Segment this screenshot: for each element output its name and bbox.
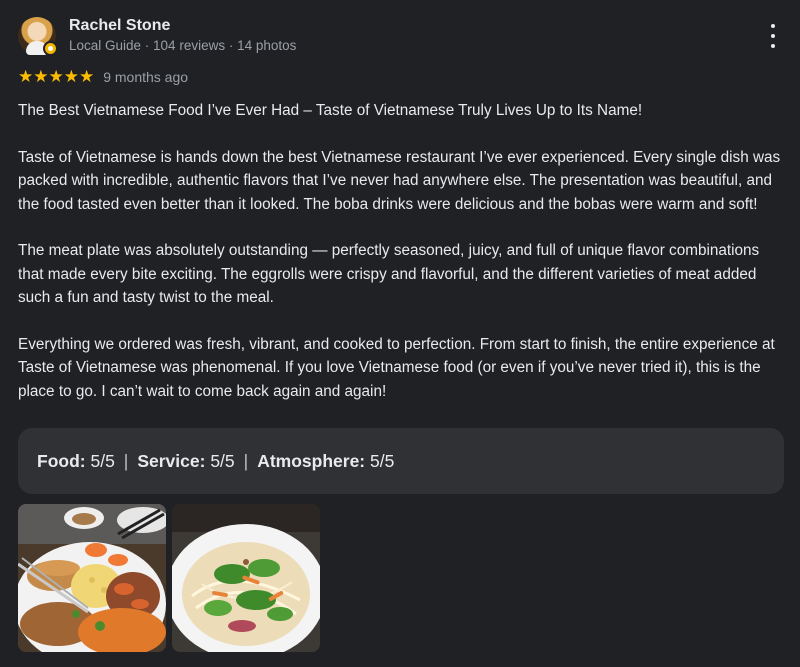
reviewer-header: Rachel Stone Local Guide · 104 reviews ·…: [18, 16, 296, 56]
local-guide-badge-icon: [43, 40, 58, 56]
avatar[interactable]: [18, 16, 58, 56]
star-rating-icon: ★★★★★: [18, 67, 95, 86]
review-paragraph: The meat plate was absolutely outstandin…: [18, 242, 760, 307]
food-value: 5/5: [90, 450, 115, 471]
reviewer-info: Rachel Stone Local Guide · 104 reviews ·…: [69, 16, 296, 55]
meat-plate-image: [18, 504, 166, 652]
review-time: 9 months ago: [103, 69, 189, 85]
atmosphere-value: 5/5: [370, 450, 395, 471]
review-paragraph: Everything we ordered was fresh, vibrant…: [18, 336, 775, 400]
menu-dot: [771, 34, 775, 38]
review-title: The Best Vietnamese Food I’ve Ever Had –…: [18, 102, 643, 119]
food-label: Food:: [37, 450, 86, 471]
more-options-icon[interactable]: [768, 24, 778, 48]
reviewer-name[interactable]: Rachel Stone: [69, 16, 296, 36]
reviewer-meta: Local Guide · 104 reviews · 14 photos: [69, 38, 297, 53]
service-value: 5/5: [210, 450, 235, 471]
sub-ratings-panel: Food: 5/5 | Service: 5/5 | Atmosphere: 5…: [18, 428, 784, 494]
review-photos: [18, 504, 320, 652]
review-card: Rachel Stone Local Guide · 104 reviews ·…: [0, 0, 800, 667]
separator: |: [243, 450, 249, 471]
menu-dot: [771, 24, 775, 28]
noodle-salad-image: [172, 504, 320, 652]
review-paragraph: Taste of Vietnamese is hands down the be…: [18, 148, 781, 213]
photo-meat-plate[interactable]: [18, 504, 166, 652]
photo-noodle-salad[interactable]: [172, 504, 320, 652]
separator: |: [123, 450, 129, 471]
menu-dot: [771, 44, 775, 48]
atmosphere-label: Atmosphere:: [257, 450, 366, 471]
rating-row: ★★★★★ 9 months ago: [18, 67, 188, 87]
review-text: The Best Vietnamese Food I’ve Ever Had –…: [18, 99, 784, 403]
service-label: Service:: [137, 450, 206, 471]
